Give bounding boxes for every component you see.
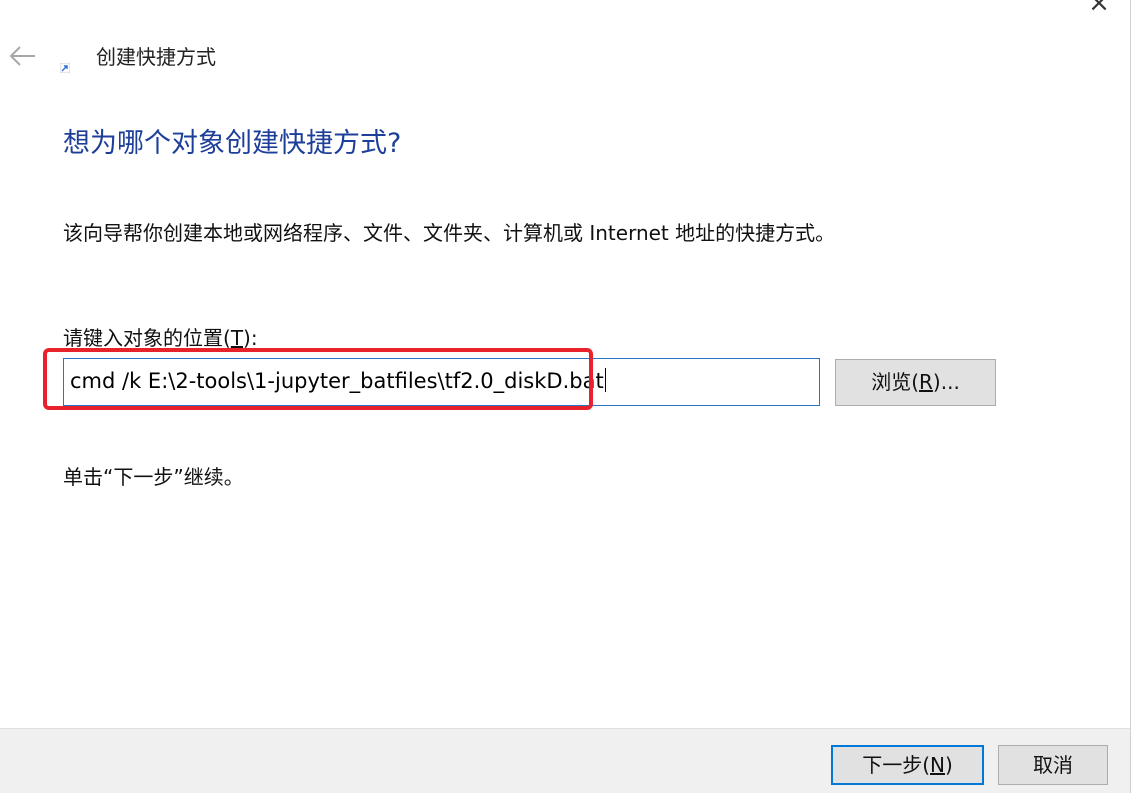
browse-prefix: 浏览(: [871, 370, 920, 394]
location-label-suffix: ):: [243, 326, 258, 350]
location-label-accesskey: T: [230, 326, 244, 350]
next-button[interactable]: 下一步(N): [831, 745, 984, 785]
browse-suffix: )...: [932, 370, 960, 394]
page-heading: 想为哪个对象创建快捷方式?: [63, 128, 402, 159]
cancel-button[interactable]: 取消: [998, 745, 1108, 785]
browse-button[interactable]: 浏览(R)...: [835, 359, 996, 406]
window-edge: [1130, 0, 1131, 793]
window-title: 创建快捷方式: [96, 45, 216, 69]
back-arrow-icon: [9, 46, 35, 66]
next-accesskey: N: [930, 753, 945, 777]
shortcut-icon: [59, 58, 71, 74]
next-prefix: 下一步(: [862, 753, 931, 777]
wizard-description: 该向导帮你创建本地或网络程序、文件、文件夹、计算机或 Internet 地址的快…: [63, 221, 836, 245]
red-highlight-annotation: [43, 348, 593, 410]
create-shortcut-dialog: × 创建快捷方式 想为哪个对象创建快捷方式? 该向导帮你创建本地或网络程序、文件…: [0, 0, 1132, 793]
browse-accesskey: R: [919, 370, 933, 394]
close-icon[interactable]: ×: [1084, 0, 1114, 18]
back-button[interactable]: [6, 42, 38, 70]
next-suffix: ): [944, 753, 953, 777]
location-label-prefix: 请键入对象的位置(: [63, 326, 231, 350]
text-caret: [604, 368, 606, 392]
continue-hint: 单击“下一步”继续。: [63, 465, 244, 489]
